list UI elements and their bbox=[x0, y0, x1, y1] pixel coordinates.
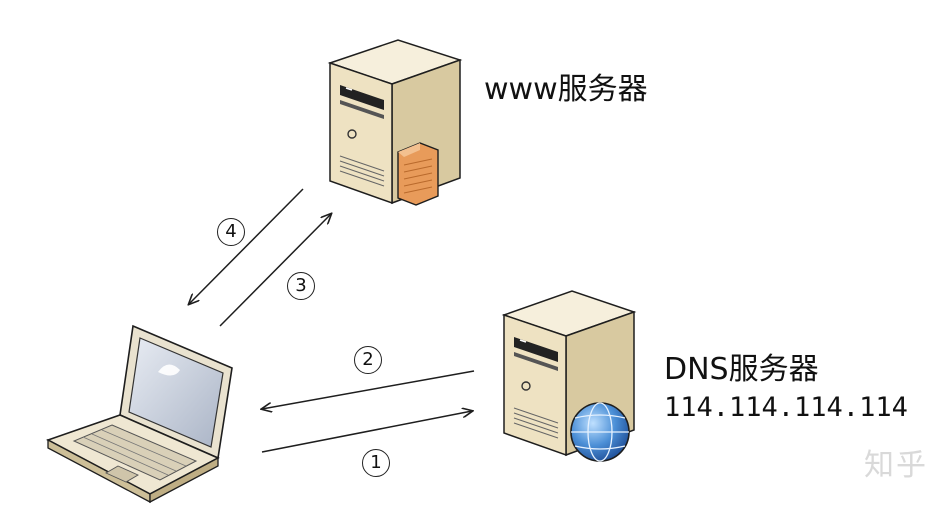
step-3-marker: 3 bbox=[287, 272, 315, 300]
dns-server-label: DNS服务器 bbox=[664, 352, 819, 387]
dns-server-ip: 114.114.114.114 bbox=[664, 392, 908, 423]
step-2-marker: 2 bbox=[354, 346, 382, 374]
watermark: 知乎 bbox=[864, 448, 928, 483]
arrow-step-1 bbox=[261, 411, 472, 453]
globe-icon bbox=[570, 402, 630, 462]
step-1-marker: 1 bbox=[362, 449, 390, 477]
diagram-artwork bbox=[46, 39, 637, 504]
arrow-step-4 bbox=[189, 188, 304, 304]
laptop-icon bbox=[46, 324, 233, 504]
www-server-label: www服务器 bbox=[484, 72, 648, 107]
dns-resolution-diagram: www服务器 DNS服务器 114.114.114.114 4 3 2 1 知乎 bbox=[0, 0, 934, 512]
www-server-icon bbox=[327, 39, 463, 206]
step-4-marker: 4 bbox=[217, 218, 245, 246]
arrow-step-2 bbox=[262, 370, 475, 409]
